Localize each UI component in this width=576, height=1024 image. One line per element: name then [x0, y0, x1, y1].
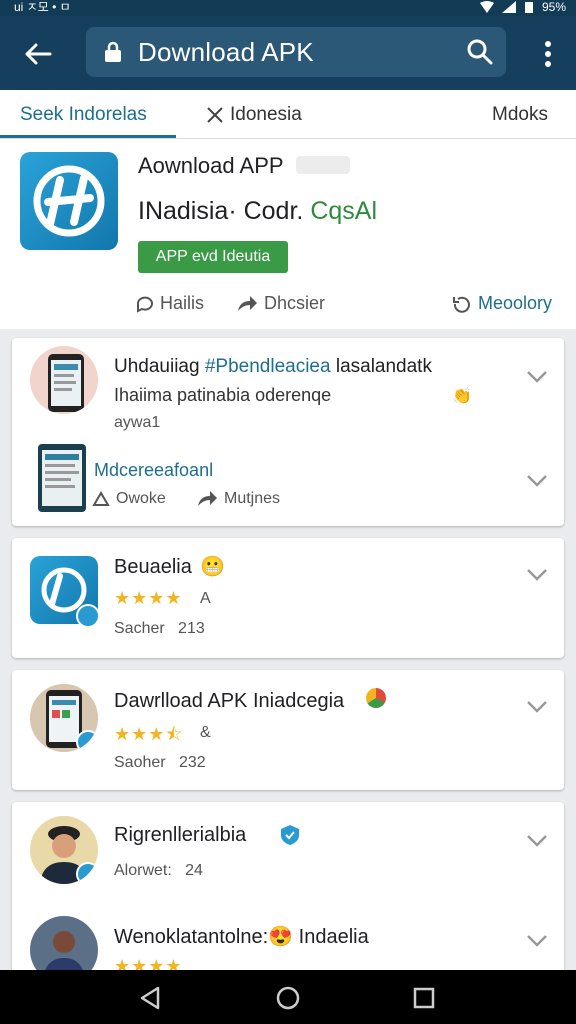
card-title: Uhdauiiag #Pbendleaciea lasalandatk	[114, 356, 432, 378]
card-title: Rigrenllerialbia	[114, 824, 247, 846]
tab-indonesia-label: Idonesia	[230, 104, 302, 125]
home-circle-icon[interactable]	[274, 984, 302, 1012]
app-thumbnail	[30, 556, 100, 628]
wifi-icon	[479, 1, 494, 13]
sub-item-title[interactable]: Mdcereeafoanl	[94, 460, 213, 481]
comment-icon	[137, 296, 153, 313]
chrome-icon	[366, 688, 386, 708]
rating-stars: ★★★★	[114, 588, 183, 608]
share-arrow-icon	[238, 295, 257, 311]
close-icon[interactable]	[206, 106, 224, 124]
card-title: Beuaelia	[114, 556, 192, 578]
forward-action[interactable]: Mutjnes	[196, 490, 280, 508]
app-title: Aownload APP	[138, 153, 284, 178]
more-options-icon[interactable]	[538, 40, 558, 68]
share-action-label: Dhcsier	[264, 293, 326, 313]
status-bar: ui ㅈ모 • ㅁ 95%	[0, 0, 576, 16]
like-action-label: Owoke	[116, 490, 166, 507]
card-meta: Sacher 213	[114, 620, 205, 638]
refresh-icon	[453, 296, 470, 313]
verified-badge-icon	[76, 604, 100, 628]
card-title: Dawrlload APK Iniadcegia	[114, 690, 345, 712]
forward-action-label: Mutjnes	[224, 490, 281, 507]
card-meta: Saoher 232	[114, 754, 206, 772]
card-title: Wenoklatantolne:😍 Indaelia	[114, 924, 369, 949]
card-count: 232	[178, 754, 206, 771]
back-arrow-icon[interactable]	[20, 36, 56, 72]
status-right: 95%	[479, 0, 566, 14]
app-subtitle-main: INadisia· Codr.	[138, 197, 304, 225]
active-tab-indicator	[0, 135, 176, 138]
emoji-icon: 👏	[452, 388, 472, 405]
card-description: Ihaiima patinabia oderenqe	[114, 385, 332, 405]
reply-action[interactable]: Hailis	[136, 293, 204, 314]
card-meta-label: Sacher	[114, 620, 165, 637]
card-count: 24	[185, 862, 203, 879]
result-card[interactable]: Uhdauiiag #Pbendleaciea lasalandatk Ihai…	[12, 338, 564, 526]
tab-indonesia[interactable]: Idonesia	[206, 104, 302, 126]
memory-action[interactable]: Meoolory	[452, 293, 552, 314]
app-subtitle: INadisia· Codr. CqsAl	[138, 197, 377, 226]
signal-icon	[501, 1, 516, 13]
back-triangle-icon[interactable]	[136, 984, 164, 1012]
phone-icon	[48, 354, 84, 412]
app-thumbnail	[30, 346, 98, 414]
app-bar: Download APK	[0, 16, 576, 90]
hashtag-link[interactable]: #Pbendleaciea	[205, 356, 331, 377]
share-action[interactable]: Dhcsier	[236, 293, 325, 314]
chevron-down-icon[interactable]	[526, 568, 548, 582]
verified-badge-icon	[76, 862, 98, 884]
heart-emoji-icon: 😍	[268, 926, 294, 948]
result-card[interactable]: Beuaelia 😬 ★★★★ A Sacher 213	[12, 538, 564, 658]
search-bar[interactable]: Download APK	[86, 27, 506, 77]
app-icon[interactable]	[20, 152, 118, 250]
rating-stars: ★★★⯪	[114, 724, 184, 744]
verified-shield-icon	[281, 825, 299, 845]
memory-action-label: Meoolory	[478, 293, 553, 313]
search-query[interactable]: Download APK	[138, 37, 314, 67]
card-title-plain: Uhdauiiag	[114, 356, 205, 377]
app-subtitle-green: CqsAl	[310, 197, 377, 225]
tab-bar: Seek Indorelas Idonesia Mdoks	[0, 90, 576, 139]
chevron-down-icon[interactable]	[526, 370, 548, 384]
card-meta-label: Alorwet:	[114, 862, 172, 879]
share-arrow-icon	[198, 491, 217, 506]
emoji-icon: 😬	[200, 556, 225, 578]
battery-icon	[524, 2, 533, 13]
card-meta: aywa1	[114, 414, 161, 431]
recents-square-icon[interactable]	[410, 984, 438, 1012]
blurred-text	[296, 156, 350, 174]
card-count: 213	[178, 620, 205, 637]
chevron-down-icon[interactable]	[526, 834, 548, 848]
tab-seek[interactable]: Seek Indorelas	[20, 104, 147, 126]
chevron-down-icon[interactable]	[526, 474, 548, 488]
verified-badge-icon	[76, 730, 98, 752]
search-icon[interactable]	[466, 38, 494, 66]
chevron-down-icon[interactable]	[526, 700, 548, 714]
app-header: Aownload APP INadisia· Codr. CqsAl APP e…	[0, 139, 576, 329]
app-logo-icon	[33, 165, 105, 237]
app-thumbnail	[30, 684, 98, 752]
card-title-rest: lasalandatk	[330, 356, 432, 377]
phone-screen-icon	[42, 450, 82, 506]
tab-mdoks[interactable]: Mdoks	[492, 104, 548, 126]
rating-text: &	[200, 724, 211, 741]
warning-icon	[92, 491, 110, 506]
rating-text: A	[200, 590, 211, 607]
card-title-rest: Indaelia	[293, 926, 369, 948]
result-card[interactable]: Dawrlload APK Iniadcegia ★★★⯪ & Saoher 2…	[12, 670, 564, 790]
reply-action-label: Hailis	[160, 293, 205, 313]
card-meta: Alorwet: 24	[114, 862, 203, 880]
avatar	[30, 816, 98, 884]
battery-level: 95%	[541, 0, 566, 14]
card-meta-label: Saoher	[114, 754, 166, 771]
card-title-plain: Wenoklatantolne:	[114, 926, 269, 948]
system-nav-bar	[0, 970, 576, 1024]
like-action[interactable]: Owoke	[92, 490, 166, 508]
screenshot-thumbnail	[38, 444, 86, 512]
lock-icon	[105, 41, 121, 62]
status-left: ui ㅈ모 • ㅁ	[14, 0, 71, 14]
chevron-down-icon[interactable]	[526, 934, 548, 948]
install-button[interactable]: APP evd Ideutia	[138, 241, 288, 273]
